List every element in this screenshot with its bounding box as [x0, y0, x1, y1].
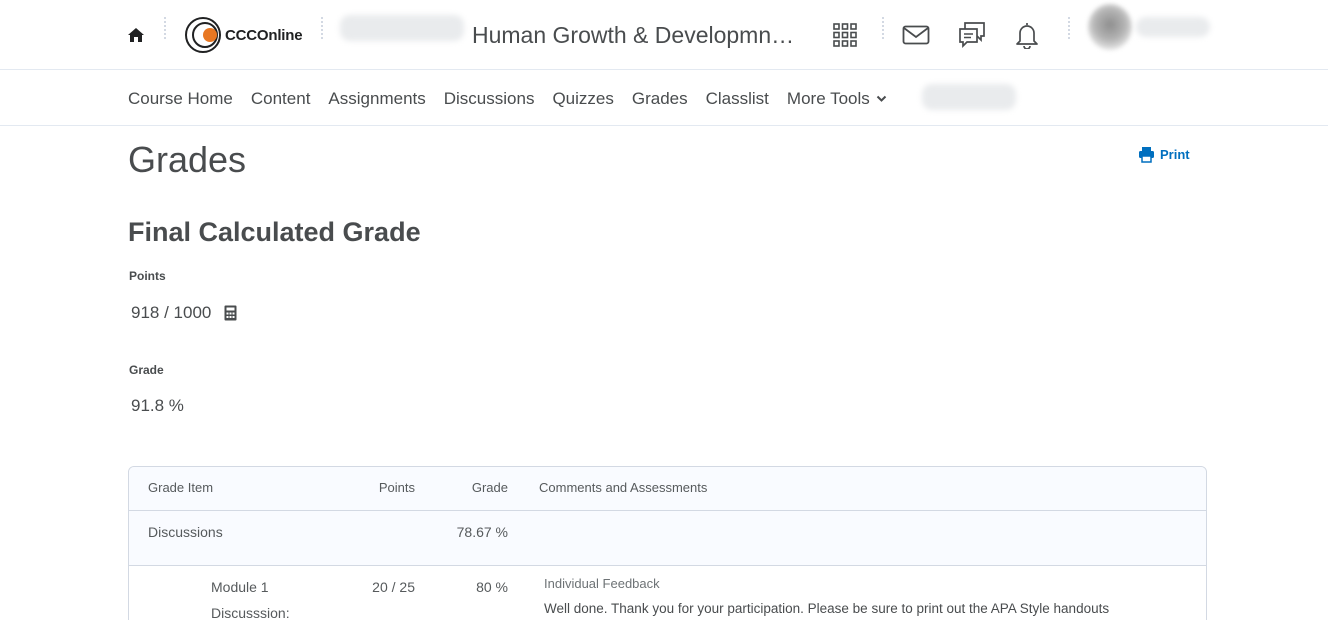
nav-course-home[interactable]: Course Home [128, 89, 233, 109]
grade-item-grade: 80 % [476, 579, 508, 595]
final-grade-heading: Final Calculated Grade [128, 217, 421, 247]
grade-value: 91.8 % [131, 396, 184, 415]
logo-mark-icon [183, 15, 223, 55]
feedback-label: Individual Feedback [544, 576, 660, 591]
grade-item-points: 20 / 25 [372, 579, 415, 595]
grades-table: Grade Item Points Grade Comments and Ass… [128, 466, 1207, 620]
nav-assignments[interactable]: Assignments [328, 89, 425, 109]
feedback-text: Well done. Thank you for your participat… [544, 601, 1110, 616]
nav-content[interactable]: Content [251, 89, 311, 109]
nav-more-tools[interactable]: More Tools [787, 89, 887, 109]
waffle-grid-icon[interactable] [828, 0, 862, 70]
category-grade: 78.67 % [456, 524, 508, 540]
user-avatar[interactable] [1088, 4, 1132, 50]
calculator-icon[interactable] [224, 305, 237, 321]
table-row-category: Discussions 78.67 % [129, 511, 1206, 566]
column-header-comments: Comments and Assessments [539, 480, 708, 495]
redacted-nav-item[interactable] [922, 84, 1016, 110]
page-title: Grades [128, 139, 247, 180]
nav-classlist[interactable]: Classlist [706, 89, 769, 109]
nav-more-tools-label: More Tools [786, 88, 870, 108]
grade-item-name-line1[interactable]: Module 1 [211, 579, 269, 595]
top-header: CCCOnline Human Growth & Developmn… [0, 0, 1328, 70]
printer-icon [1139, 147, 1154, 163]
nav-discussions[interactable]: Discussions [444, 89, 535, 109]
chat-icon[interactable] [955, 0, 989, 70]
header-divider [882, 17, 884, 39]
nav-quizzes[interactable]: Quizzes [552, 89, 613, 109]
header-divider [1068, 17, 1070, 39]
header-divider [321, 17, 323, 39]
course-navbar: Course Home Content Assignments Discussi… [0, 71, 1328, 126]
print-label: Print [1160, 147, 1190, 162]
mail-icon[interactable] [899, 0, 933, 70]
grade-item-name-line2[interactable]: Discusssion: [211, 605, 290, 620]
print-button[interactable]: Print [1138, 146, 1190, 163]
bell-icon[interactable] [1010, 0, 1044, 70]
home-icon[interactable] [126, 0, 146, 70]
course-title[interactable]: Human Growth & Developmn… [472, 0, 794, 70]
nav-grades[interactable]: Grades [632, 89, 688, 109]
points-label: Points [129, 269, 166, 283]
chevron-down-icon [876, 95, 886, 102]
nav-items: Course Home Content Assignments Discussi… [128, 71, 905, 126]
cccoline-logo[interactable]: CCCOnline [183, 0, 303, 70]
category-name: Discussions [148, 524, 223, 540]
column-header-grade: Grade [471, 480, 508, 495]
grade-label: Grade [129, 363, 164, 377]
table-header-row: Grade Item Points Grade Comments and Ass… [129, 467, 1206, 511]
column-header-points: Points [378, 480, 415, 495]
logo-text: CCCOnline [225, 26, 303, 44]
column-header-grade-item: Grade Item [148, 480, 214, 495]
table-row: Module 1 Discusssion: 20 / 25 80 % Indiv… [129, 566, 1206, 620]
redacted-user-name[interactable] [1136, 17, 1210, 37]
points-value-row: 918 / 1000 [131, 303, 237, 323]
redacted-course-code [340, 15, 464, 41]
header-divider [164, 17, 166, 39]
points-value: 918 / 1000 [131, 303, 212, 322]
